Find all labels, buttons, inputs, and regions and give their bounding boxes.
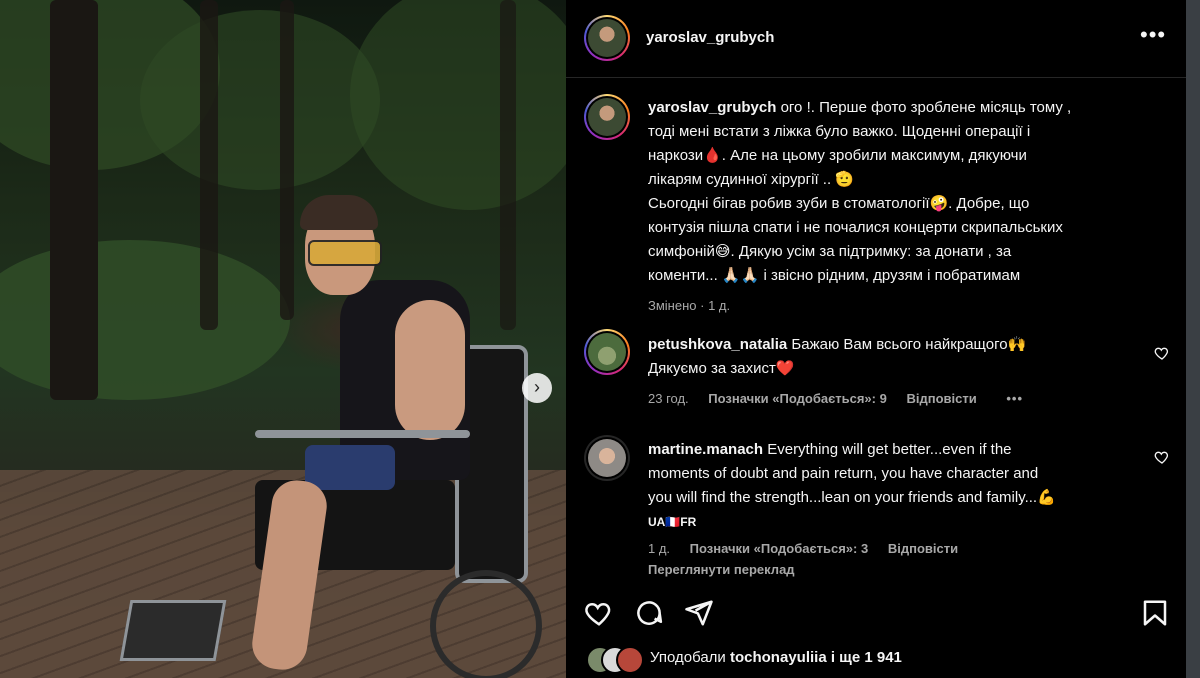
caption-line: контузія пішла спати і не почалися конце… [648,219,1063,236]
share-icon[interactable] [684,598,714,628]
post-actions [584,596,1174,630]
tree-trunk [280,0,294,320]
liker-username[interactable]: tochonayuliia [730,649,827,666]
caption-avatar[interactable] [584,94,630,140]
comment-text: moments of doubt and pain return, you ha… [648,465,1039,482]
likes-summary: Уподобали tochonayuliia і ще 1 941 [586,646,1176,674]
comment-text: Everything will get better...even if the [767,441,1012,458]
comment-text: Бажаю Вам всього найкращого🙌 [791,336,1027,353]
likes-text: Уподобали tochonayuliia і ще 1 941 [650,649,902,666]
comment-text: Дякуємо за захист❤️ [648,360,795,377]
background-strip [1186,0,1200,678]
comment-time[interactable]: 1 д. [648,541,670,556]
person-arm [395,300,465,440]
comment-text: UA🇫🇷FR [648,515,697,529]
comment-username[interactable]: martine.manach [648,441,763,458]
comment-meta: 1 д. Позначки «Подобається»: 3 Відповіст… [648,541,974,556]
wheelchair-footrest [119,600,227,661]
reply-button[interactable]: Відповісти [888,541,958,556]
chevron-right-icon[interactable]: › [522,373,552,403]
tree-trunk [200,0,218,330]
edited-label: Змінено [648,298,697,313]
like-icon[interactable] [584,598,614,628]
likes-prefix: Уподобали [650,649,726,666]
edited-time[interactable]: 1 д. [708,298,730,313]
comment-icon[interactable] [634,598,664,628]
caption-line: симфоній😅. Дякую усім за підтримку: за д… [648,243,1012,260]
more-icon[interactable]: ••• [1140,22,1166,48]
caption-line: коменти... 🙏🏻🙏🏻 і звісно рідним, друзям … [648,267,1021,284]
foliage [0,240,290,400]
post-photo[interactable]: › [0,0,566,678]
comment-options-icon[interactable]: ••• [1006,391,1023,406]
wheelchair-armrest [255,430,470,438]
comment-like-icon[interactable] [1154,449,1170,465]
author-avatar[interactable] [584,15,630,61]
comment-like-icon[interactable] [1154,345,1170,361]
wheelchair-wheel [430,570,542,678]
commenter-avatar[interactable] [584,435,630,481]
comment: martine.manach Everything will get bette… [648,438,1128,534]
reply-button[interactable]: Відповісти [906,391,976,406]
comment: petushkova_natalia Бажаю Вам всього найк… [648,333,1128,381]
tree-trunk [50,0,98,400]
caption-line: лікарям судинної хірургії .. 🫡 [648,171,854,188]
likes-count[interactable]: і ще 1 941 [831,649,902,666]
comment-likes[interactable]: Позначки «Подобається»: 9 [708,391,887,406]
tree-trunk [500,0,516,330]
comment-username[interactable]: petushkova_natalia [648,336,787,353]
sunglasses [308,240,382,266]
edited-info: Змінено · 1 д. [648,298,731,313]
comment-likes[interactable]: Позначки «Подобається»: 3 [690,541,869,556]
post-header: yaroslav_grubych ••• [566,0,1186,78]
caption-line: ого !. Перше фото зроблене місяць тому , [780,99,1072,116]
liker-avatar[interactable] [616,646,644,674]
person-hair [300,195,378,230]
translate-link[interactable]: Переглянути переклад [648,562,811,577]
caption-line: Сьогодні бігав робив зуби в стоматології… [648,195,1030,212]
comment-meta: 23 год. Позначки «Подобається»: 9 Відпов… [648,391,1039,406]
caption-username[interactable]: yaroslav_grubych [648,99,776,116]
translate-label[interactable]: Переглянути переклад [648,562,795,577]
foliage [350,0,566,210]
comment-time[interactable]: 23 год. [648,391,689,406]
save-icon[interactable] [1140,598,1170,628]
commenter-avatar[interactable] [584,329,630,375]
post-details-panel: yaroslav_grubych ••• yaroslav_grubych ог… [566,0,1186,678]
caption-line: тоді мені встати з ліжка було важко. Щод… [648,123,1031,140]
comment-text: you will find the strength...lean on you… [648,489,1056,506]
author-username[interactable]: yaroslav_grubych [646,29,774,46]
caption-line: наркози🩸. Але на цьому зробили максимум,… [648,147,1027,164]
foliage [140,10,380,190]
post-caption: yaroslav_grubych ого !. Перше фото зробл… [648,96,1158,318]
person-shorts [305,445,395,490]
